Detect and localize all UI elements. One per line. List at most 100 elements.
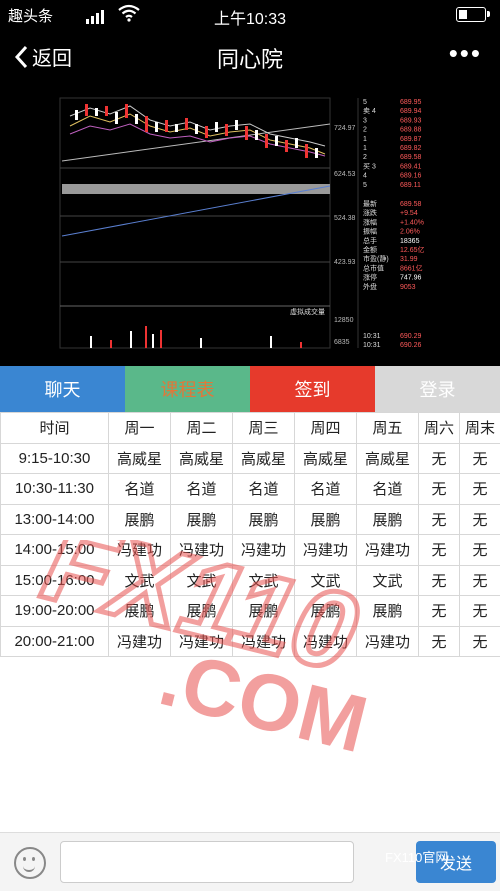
- stat-label: 涨跌: [363, 208, 377, 217]
- teacher-cell: 冯建功: [295, 626, 357, 657]
- teacher-cell: 冯建功: [171, 626, 233, 657]
- schedule-header-cell: 时间: [1, 413, 109, 444]
- schedule-header-cell: 周末: [460, 413, 500, 444]
- teacher-cell: 无: [460, 626, 500, 657]
- schedule-row: 13:00-14:00展鹏展鹏展鹏展鹏展鹏无无: [1, 504, 500, 535]
- teacher-cell: 文武: [233, 565, 295, 596]
- tab-chat[interactable]: 聊天: [0, 366, 125, 412]
- stat-value: 18365: [400, 238, 420, 245]
- teacher-cell: 冯建功: [295, 535, 357, 566]
- navigation-bar: 返回 同心院 •••: [0, 28, 500, 86]
- schedule-row: 15:00-16:00文武文武文武文武文武无无: [1, 565, 500, 596]
- order-book-label: 2: [363, 127, 367, 134]
- tick-price: 690.26: [400, 342, 422, 349]
- teacher-cell: 无: [460, 504, 500, 535]
- order-book-label: 卖 4: [363, 107, 376, 115]
- tab-schedule[interactable]: 课程表: [125, 366, 250, 412]
- teacher-cell: 冯建功: [233, 626, 295, 657]
- stat-value: 747.96: [400, 275, 422, 282]
- schedule-row: 19:00-20:00展鹏展鹏展鹏展鹏展鹏无无: [1, 596, 500, 627]
- more-icon[interactable]: •••: [449, 38, 482, 69]
- schedule-row: 9:15-10:30高威星高威星高威星高威星高威星无无: [1, 443, 500, 474]
- order-book-label: 3: [363, 117, 367, 124]
- schedule-header-cell: 周二: [171, 413, 233, 444]
- teacher-cell: 无: [460, 596, 500, 627]
- teacher-cell: 名道: [171, 474, 233, 505]
- teacher-cell: 冯建功: [233, 535, 295, 566]
- schedule-row: 10:30-11:30名道名道名道名道名道无无: [1, 474, 500, 505]
- y-label-3: 524.38: [334, 215, 356, 222]
- stat-value: 689.58: [400, 201, 422, 208]
- order-book-price: 689.16: [400, 173, 422, 180]
- battery-tip: [487, 11, 490, 17]
- time-slot-cell: 19:00-20:00: [1, 596, 109, 627]
- y-label-4: 423.93: [334, 259, 356, 266]
- stat-value: 31.99: [400, 256, 418, 263]
- order-book-price: 689.58: [400, 154, 422, 161]
- teacher-cell: 文武: [109, 565, 171, 596]
- tab-sign-in[interactable]: 签到: [250, 366, 375, 412]
- time-slot-cell: 9:15-10:30: [1, 443, 109, 474]
- order-book-price: 689.41: [400, 163, 422, 170]
- teacher-cell: 冯建功: [357, 626, 419, 657]
- status-time: 上午10:33: [0, 5, 500, 29]
- tab-bar: 聊天 课程表 签到 登录: [0, 366, 500, 412]
- teacher-cell: 名道: [357, 474, 419, 505]
- schedule-header-cell: 周三: [233, 413, 295, 444]
- stat-label: 外盘: [363, 282, 377, 291]
- stock-chart-image: 虚拟成交量 724.97 624.53 524.38 423.93 12850 …: [0, 86, 500, 366]
- teacher-cell: 无: [419, 443, 460, 474]
- teacher-cell: 高威星: [357, 443, 419, 474]
- corner-watermark: FX110官网: [385, 847, 448, 866]
- teacher-cell: 文武: [357, 565, 419, 596]
- stat-label: 涨停: [363, 273, 377, 282]
- order-book-price: 689.93: [400, 117, 422, 124]
- y-label-5: 12850: [334, 317, 354, 324]
- teacher-cell: 无: [419, 596, 460, 627]
- stat-value: 8661亿: [400, 263, 423, 272]
- schedule-header-cell: 周六: [419, 413, 460, 444]
- teacher-cell: 展鹏: [109, 504, 171, 535]
- teacher-cell: 展鹏: [295, 504, 357, 535]
- teacher-cell: 无: [419, 504, 460, 535]
- schedule-table: 时间周一周二周三周四周五周六周末 9:15-10:30高威星高威星高威星高威星高…: [0, 412, 500, 657]
- stat-value: 12.65亿: [400, 245, 425, 254]
- teacher-cell: 高威星: [109, 443, 171, 474]
- schedule-header-cell: 周一: [109, 413, 171, 444]
- stat-label: 最新: [363, 199, 377, 208]
- order-book-price: 689.82: [400, 145, 422, 152]
- message-input[interactable]: [60, 841, 354, 883]
- battery-icon: [456, 7, 486, 22]
- order-book-label: 买 3: [363, 162, 376, 170]
- stat-value: 9053: [400, 284, 416, 291]
- order-book-price: 689.94: [400, 108, 422, 115]
- order-book-price: 689.11: [400, 182, 421, 189]
- time-slot-cell: 20:00-21:00: [1, 626, 109, 657]
- teacher-cell: 展鹏: [233, 596, 295, 627]
- stat-label: 总市值: [363, 263, 384, 272]
- teacher-cell: 无: [419, 565, 460, 596]
- stat-value: +9.54: [400, 210, 418, 217]
- schedule-header-row: 时间周一周二周三周四周五周六周末: [1, 413, 500, 444]
- order-book-label: 4: [363, 173, 367, 180]
- order-book-price: 689.88: [400, 127, 422, 134]
- emoji-icon[interactable]: [14, 847, 46, 879]
- y-label-1: 724.97: [334, 125, 356, 132]
- input-bar: 发送 FX110官网: [0, 832, 500, 891]
- order-book-label: 5: [363, 99, 367, 106]
- order-book-price: 689.95: [400, 99, 422, 106]
- time-slot-cell: 14:00-15:00: [1, 535, 109, 566]
- teacher-cell: 名道: [109, 474, 171, 505]
- stat-label: 总手: [363, 236, 377, 245]
- teacher-cell: 无: [460, 443, 500, 474]
- order-book-price: 689.87: [400, 136, 422, 143]
- page-title: 同心院: [0, 42, 500, 74]
- stat-label: 金额: [363, 245, 377, 254]
- volume-legend: 虚拟成交量: [290, 307, 325, 316]
- teacher-cell: 展鹏: [357, 504, 419, 535]
- y-label-6: 6835: [334, 339, 350, 346]
- chart-svg: 虚拟成交量 724.97 624.53 524.38 423.93 12850 …: [0, 86, 500, 366]
- teacher-cell: 冯建功: [357, 535, 419, 566]
- teacher-cell: 无: [419, 535, 460, 566]
- tab-login[interactable]: 登录: [375, 366, 500, 412]
